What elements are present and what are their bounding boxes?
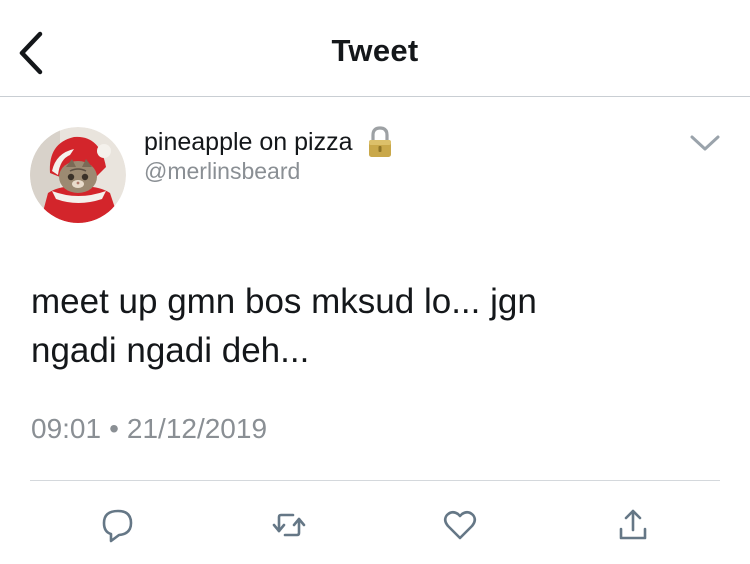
author-display-name: pineapple on pizza <box>144 127 353 156</box>
like-button[interactable] <box>440 505 480 545</box>
chevron-down-icon <box>690 135 720 151</box>
tweet-text-line: meet up gmn bos mksud lo... jgn <box>31 282 537 321</box>
author-name-row[interactable]: pineapple on pizza <box>144 124 395 160</box>
tweet-date: 21/12/2019 <box>126 413 268 444</box>
tweet-text: meet up gmn bos mksud lo... jgn ngadi ng… <box>31 277 721 375</box>
timestamp-separator: • <box>109 413 119 444</box>
more-options-button[interactable] <box>688 132 722 154</box>
tweet-text-line: ngadi ngadi deh... <box>31 331 310 370</box>
author-handle[interactable]: @merlinsbeard <box>144 158 300 185</box>
share-button[interactable] <box>613 505 653 545</box>
tweet-timestamp: 09:01 • 21/12/2019 <box>31 413 267 445</box>
actions-divider <box>30 480 720 481</box>
tweet-time: 09:01 <box>31 413 102 444</box>
reply-icon <box>102 509 133 543</box>
avatar[interactable] <box>30 127 126 223</box>
share-icon <box>619 509 647 540</box>
retweet-button[interactable] <box>269 505 309 545</box>
page-title: Tweet <box>331 33 419 68</box>
heart-icon <box>443 510 477 540</box>
reply-button[interactable] <box>98 505 138 545</box>
lock-icon <box>365 125 395 159</box>
top-bar: Tweet <box>0 0 750 97</box>
cat-avatar-image <box>30 127 126 223</box>
retweet-icon <box>272 513 306 537</box>
